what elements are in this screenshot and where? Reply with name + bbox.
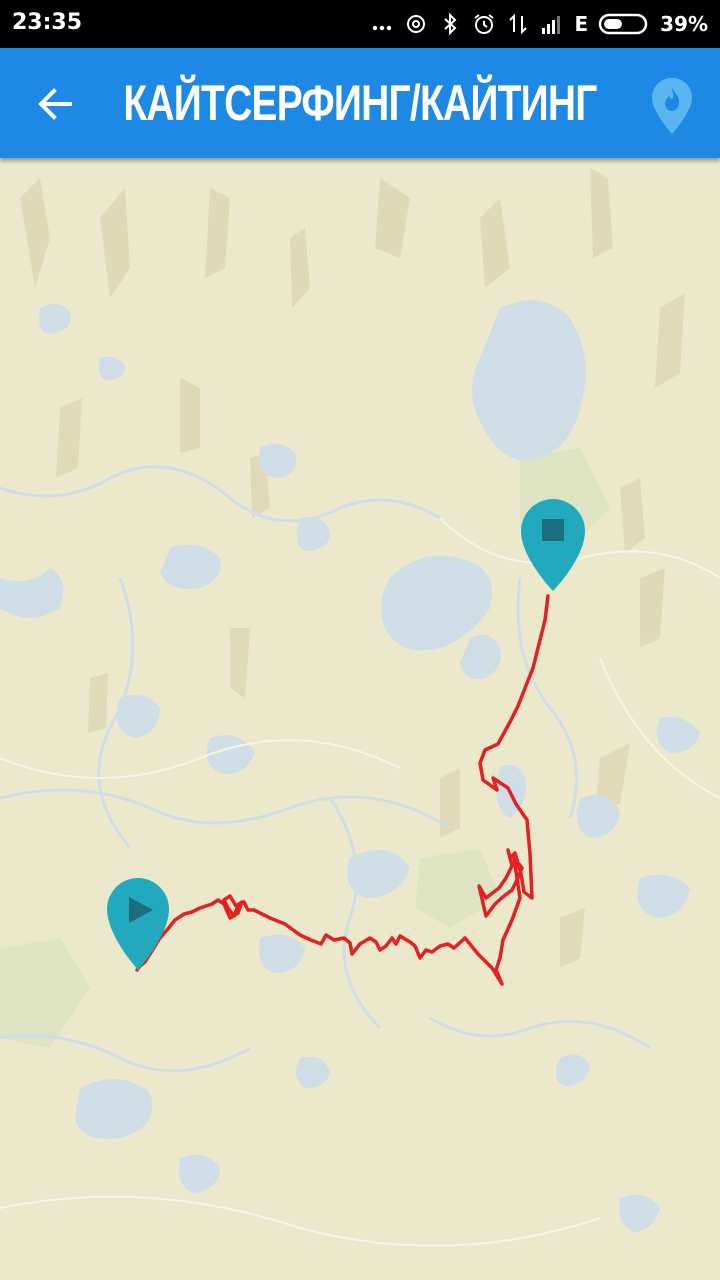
- stop-icon: [542, 519, 564, 541]
- location-flame-pin-icon[interactable]: [648, 76, 696, 136]
- status-time: 23:35: [12, 10, 83, 35]
- map-view[interactable]: [0, 158, 720, 1280]
- battery-icon: [598, 13, 648, 35]
- sync-icon: [407, 15, 426, 33]
- data-transfer-icon: [509, 13, 528, 35]
- status-bar: 23:35 E 39%: [0, 0, 720, 48]
- page-title: КАЙТСЕРФИНГ/КАЙТИНГ: [123, 75, 597, 131]
- signal-icon: [542, 16, 561, 34]
- app-bar: КАЙТСЕРФИНГ/КАЙТИНГ: [0, 48, 720, 158]
- more-dots-icon: [373, 25, 392, 31]
- bluetooth-icon: [444, 12, 457, 36]
- arrow-back-icon[interactable]: [30, 79, 80, 129]
- battery-percent: 39%: [660, 12, 708, 36]
- status-icons: E 39%: [370, 8, 708, 40]
- network-type: E: [574, 12, 589, 36]
- alarm-icon: [474, 14, 495, 34]
